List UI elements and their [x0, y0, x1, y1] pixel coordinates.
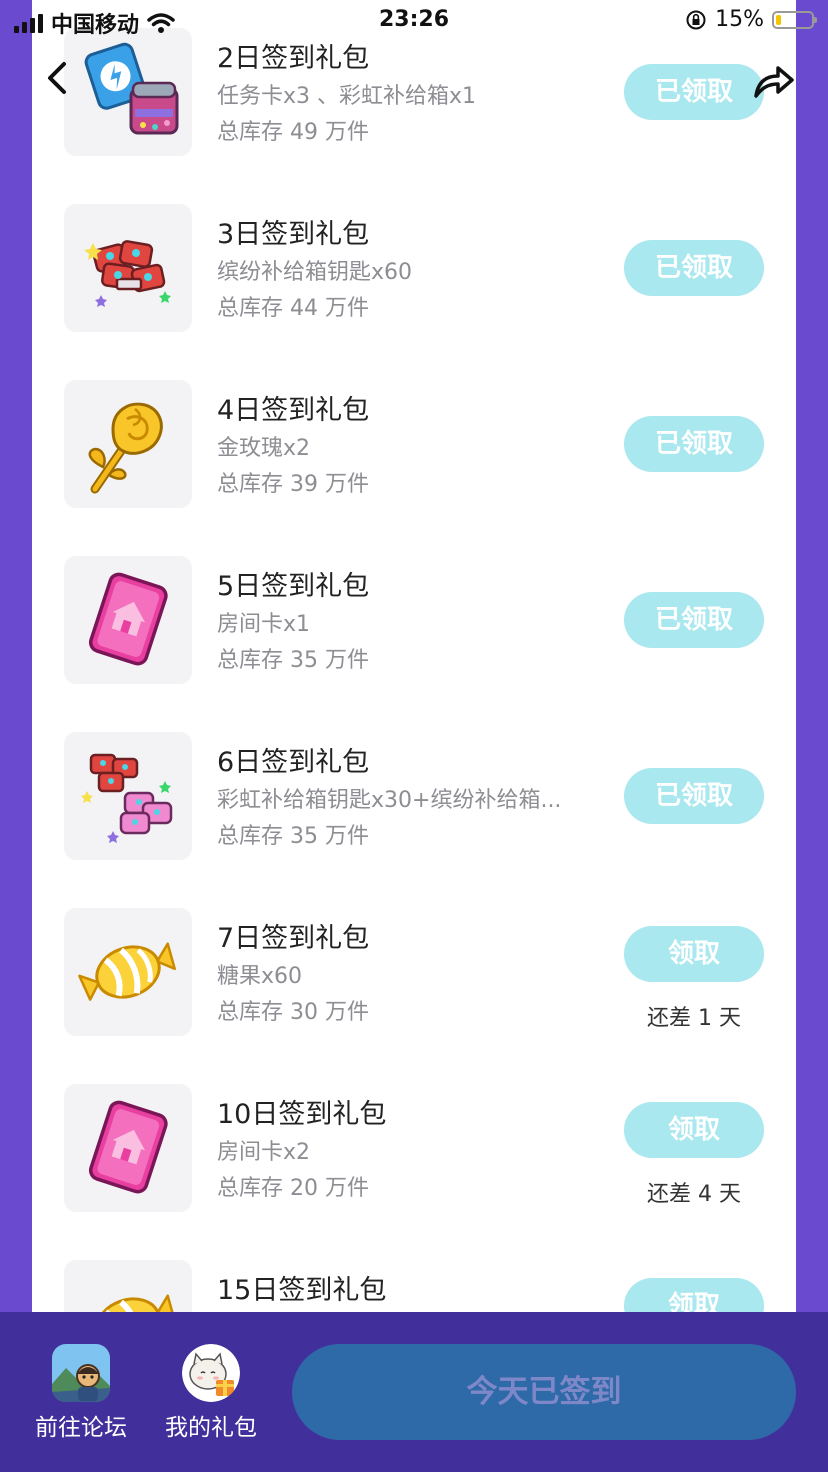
days-remaining: 还差 4 天 [647, 1182, 741, 1207]
my-gifts-button[interactable]: 我的礼包 [156, 1344, 266, 1442]
gift-row-day-7: 7日签到礼包 糖果x60 总库存 30 万件 领取 还差 1 天 [64, 908, 764, 1036]
gift-row-day-2: 2日签到礼包 任务卡x3 、彩虹补给箱x1 总库存 49 万件 已领取 [64, 28, 764, 156]
gift-title: 6日签到礼包 [217, 747, 370, 778]
gift-row-day-15: 15日签到礼包 领取 [64, 1260, 764, 1312]
status-bar: 中国移动 23:26 15% [0, 0, 828, 42]
gift-title: 3日签到礼包 [217, 219, 370, 250]
gift-title: 4日签到礼包 [217, 395, 370, 426]
colorful-key-pile-icon [64, 204, 192, 332]
rainbow-and-colorful-keys-icon [64, 732, 192, 860]
gift-stock: 总库存 35 万件 [217, 824, 369, 849]
orientation-lock-icon [686, 10, 706, 29]
gift-desc: 金玫瑰x2 [217, 436, 311, 461]
go-to-forum-button[interactable]: 前往论坛 [26, 1344, 136, 1442]
claimed-button[interactable]: 已领取 [624, 768, 764, 824]
gift-stock: 总库存 20 万件 [217, 1176, 369, 1201]
bottom-bar: 前往论坛 我的礼包 今天已签到 [0, 1312, 828, 1472]
claimed-button[interactable]: 已领取 [624, 592, 764, 648]
gift-stock: 总库存 44 万件 [217, 296, 369, 321]
gift-desc: 房间卡x1 [217, 612, 311, 637]
gift-row-day-5: 5日签到礼包 房间卡x1 总库存 35 万件 已领取 [64, 556, 764, 684]
claimed-button[interactable]: 已领取 [624, 416, 764, 472]
claim-button[interactable]: 领取 [624, 1278, 764, 1312]
claimed-button[interactable]: 已领取 [624, 64, 764, 120]
gift-title: 15日签到礼包 [217, 1275, 387, 1306]
my-gifts-label: 我的礼包 [165, 1415, 257, 1441]
back-arrow-icon[interactable] [40, 58, 74, 98]
gift-stock: 总库存 49 万件 [217, 120, 369, 145]
gift-desc: 彩虹补给箱钥匙x30+缤纷补给箱... [217, 788, 562, 813]
gift-row-day-3: 3日签到礼包 缤纷补给箱钥匙x60 总库存 44 万件 已领取 [64, 204, 764, 332]
golden-rose-icon [64, 380, 192, 508]
room-card-icon [64, 1084, 192, 1212]
share-icon[interactable] [750, 58, 796, 102]
gift-title: 5日签到礼包 [217, 571, 370, 602]
gift-desc: 缤纷补给箱钥匙x60 [217, 260, 413, 285]
gift-stock: 总库存 30 万件 [217, 1000, 369, 1025]
gift-stock: 总库存 35 万件 [217, 648, 369, 673]
task-card-and-supply-box-icon [64, 28, 192, 156]
gift-title: 7日签到礼包 [217, 923, 370, 954]
gift-list-panel: 2日签到礼包 任务卡x3 、彩虹补给箱x1 总库存 49 万件 已领取 3日签到… [32, 0, 796, 1312]
gift-desc: 糖果x60 [217, 964, 303, 989]
forum-app-icon [52, 1344, 110, 1402]
gift-row-day-10: 10日签到礼包 房间卡x2 总库存 20 万件 领取 还差 4 天 [64, 1084, 764, 1212]
candy-icon [64, 1260, 192, 1312]
gift-desc: 房间卡x2 [217, 1140, 311, 1165]
battery-icon [772, 10, 817, 29]
claimed-button[interactable]: 已领取 [624, 240, 764, 296]
gift-title: 10日签到礼包 [217, 1099, 387, 1130]
forum-label: 前往论坛 [35, 1415, 127, 1441]
gift-row-day-4: 4日签到礼包 金玫瑰x2 总库存 39 万件 已领取 [64, 380, 764, 508]
gift-desc: 任务卡x3 、彩虹补给箱x1 [217, 84, 477, 109]
checked-in-today-button[interactable]: 今天已签到 [292, 1344, 796, 1440]
candy-icon [64, 908, 192, 1036]
my-gifts-icon [182, 1344, 240, 1402]
days-remaining: 还差 1 天 [647, 1006, 741, 1031]
claim-button[interactable]: 领取 [624, 1102, 764, 1158]
gift-row-day-6: 6日签到礼包 彩虹补给箱钥匙x30+缤纷补给箱... 总库存 35 万件 已领取 [64, 732, 764, 860]
battery-percent: 15% [715, 7, 764, 32]
gift-stock: 总库存 39 万件 [217, 472, 369, 497]
claim-button[interactable]: 领取 [624, 926, 764, 982]
room-card-icon [64, 556, 192, 684]
